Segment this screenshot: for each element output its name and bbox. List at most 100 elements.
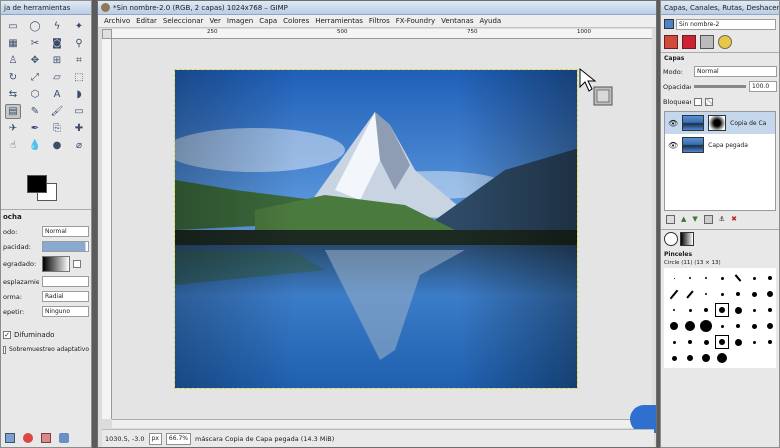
- clone-icon[interactable]: ⎘: [49, 121, 65, 136]
- mode-select[interactable]: Normal: [42, 226, 89, 237]
- horizontal-ruler[interactable]: 250 500 750 1000: [112, 29, 652, 39]
- brush-item[interactable]: [715, 319, 729, 333]
- menu-archivo[interactable]: Archivo: [104, 17, 130, 25]
- brush-item[interactable]: [731, 287, 745, 301]
- brush-item[interactable]: [763, 335, 777, 349]
- brush-item[interactable]: [731, 335, 745, 349]
- lock-pixels-checkbox[interactable]: [694, 97, 702, 106]
- delete-options-icon[interactable]: [41, 433, 51, 443]
- brush-item[interactable]: [667, 319, 681, 333]
- restore-options-icon[interactable]: [23, 433, 33, 443]
- raise-layer-icon[interactable]: ▲: [681, 215, 686, 227]
- tab-undo-icon[interactable]: [718, 35, 732, 49]
- rotate-icon[interactable]: ↻: [5, 70, 21, 85]
- tab-layers-icon[interactable]: [664, 35, 678, 49]
- brush-item[interactable]: [747, 319, 761, 333]
- fuzzy-select-icon[interactable]: ✦: [71, 19, 87, 34]
- brush-item[interactable]: [699, 319, 713, 333]
- brush-item[interactable]: [715, 351, 729, 365]
- brush-item[interactable]: [683, 287, 697, 301]
- shear-icon[interactable]: ▱: [49, 70, 65, 85]
- menu-filtros[interactable]: Filtros: [369, 17, 390, 25]
- brush-item[interactable]: [683, 271, 697, 285]
- brush-item[interactable]: [699, 335, 713, 349]
- brush-item[interactable]: [683, 351, 697, 365]
- bucket-fill-icon[interactable]: ◗: [71, 87, 87, 102]
- brush-item[interactable]: [731, 303, 745, 317]
- gradient-preview[interactable]: [42, 256, 70, 272]
- unit-select[interactable]: px: [148, 432, 162, 445]
- brush-item[interactable]: [715, 287, 729, 301]
- heal-icon[interactable]: ✚: [71, 121, 87, 136]
- brush-item[interactable]: [683, 335, 697, 349]
- color-swatches[interactable]: [25, 173, 63, 203]
- brush-item[interactable]: [747, 303, 761, 317]
- foreground-select-icon[interactable]: ◙: [49, 36, 65, 51]
- brush-item[interactable]: [763, 303, 777, 317]
- paintbrush-icon[interactable]: 🖌: [49, 104, 65, 119]
- brush-item[interactable]: [699, 303, 713, 317]
- paths-icon[interactable]: ♙: [5, 53, 21, 68]
- tab-brushes-icon[interactable]: [664, 232, 678, 246]
- cage-icon[interactable]: ⬡: [27, 87, 43, 102]
- brush-item[interactable]: [699, 351, 713, 365]
- brush-item[interactable]: [747, 335, 761, 349]
- brush-item[interactable]: [667, 335, 681, 349]
- image-canvas[interactable]: [174, 69, 578, 389]
- blur-icon[interactable]: 💧: [27, 138, 43, 153]
- menu-colores[interactable]: Colores: [283, 17, 309, 25]
- brush-item[interactable]: [715, 335, 729, 349]
- ink-icon[interactable]: ✒: [27, 121, 43, 136]
- menu-fx-foundry[interactable]: FX-Foundry: [396, 17, 435, 25]
- blend-icon[interactable]: ▤: [5, 104, 21, 119]
- repeat-select[interactable]: Ninguno: [42, 306, 89, 317]
- text-icon[interactable]: A: [49, 87, 65, 102]
- brush-item[interactable]: [747, 271, 761, 285]
- color-select-icon[interactable]: ▦: [5, 36, 21, 51]
- layer-row[interactable]: 👁 Capa pegada: [665, 134, 775, 156]
- menu-imagen[interactable]: Imagen: [227, 17, 253, 25]
- brush-item[interactable]: [763, 319, 777, 333]
- brush-item[interactable]: [667, 287, 681, 301]
- visibility-eye-icon[interactable]: 👁: [668, 119, 678, 128]
- airbrush-icon[interactable]: ✈: [5, 121, 21, 136]
- brush-item[interactable]: [731, 319, 745, 333]
- brush-item[interactable]: [699, 271, 713, 285]
- vertical-ruler[interactable]: [102, 39, 112, 419]
- foreground-color-swatch[interactable]: [27, 175, 47, 193]
- scale-icon[interactable]: ⤢: [27, 70, 43, 85]
- align-icon[interactable]: ⊞: [49, 53, 65, 68]
- opacity-slider[interactable]: [42, 241, 89, 252]
- free-select-icon[interactable]: ϟ: [49, 19, 65, 34]
- duplicate-layer-icon[interactable]: [703, 215, 713, 224]
- brush-item[interactable]: [667, 271, 681, 285]
- dithering-checkbox[interactable]: ✓: [3, 330, 11, 339]
- ellipse-select-icon[interactable]: ◯: [27, 19, 43, 34]
- measure-icon[interactable]: ⌀: [71, 138, 87, 153]
- lock-alpha-checkbox[interactable]: [705, 97, 713, 106]
- brush-item[interactable]: [747, 287, 761, 301]
- anchor-layer-icon[interactable]: ⚓: [719, 215, 725, 227]
- brush-item[interactable]: [763, 287, 777, 301]
- menu-seleccionar[interactable]: Seleccionar: [163, 17, 204, 25]
- zoom-icon[interactable]: ⚲: [71, 36, 87, 51]
- scissors-icon[interactable]: ✂: [27, 36, 43, 51]
- menu-ventanas[interactable]: Ventanas: [441, 17, 473, 25]
- menu-herramientas[interactable]: Herramientas: [315, 17, 363, 25]
- brush-item[interactable]: [683, 319, 697, 333]
- menu-capa[interactable]: Capa: [259, 17, 277, 25]
- brush-item[interactable]: [699, 287, 713, 301]
- zoom-select[interactable]: 66.7%: [165, 432, 191, 445]
- delete-layer-icon[interactable]: ✖: [731, 215, 737, 227]
- horizontal-scrollbar[interactable]: [112, 419, 652, 428]
- menu-ver[interactable]: Ver: [209, 17, 220, 25]
- brush-item[interactable]: [715, 271, 729, 285]
- menu-ayuda[interactable]: Ayuda: [480, 17, 502, 25]
- layer-mask-thumbnail[interactable]: [708, 115, 727, 131]
- brush-item[interactable]: [667, 351, 681, 365]
- visibility-eye-icon[interactable]: 👁: [668, 141, 678, 150]
- perspective-icon[interactable]: ⬚: [71, 70, 87, 85]
- tab-paths-icon[interactable]: [700, 35, 714, 49]
- reset-options-icon[interactable]: [59, 433, 69, 443]
- layer-opacity-slider[interactable]: [694, 85, 746, 88]
